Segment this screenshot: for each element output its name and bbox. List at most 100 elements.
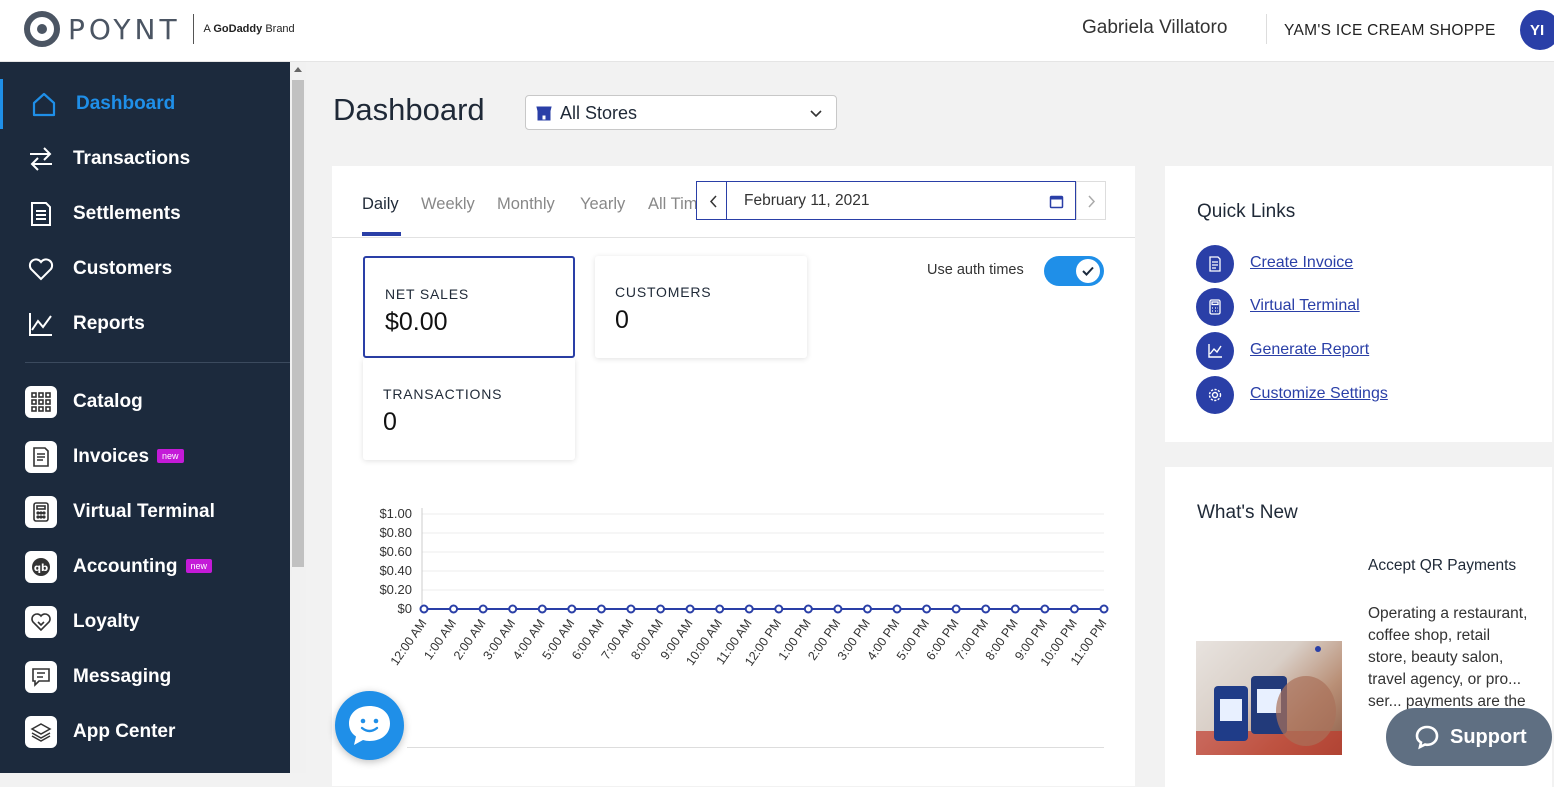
data-point[interactable] <box>744 604 754 614</box>
sales-chart: $0$0.20$0.40$0.60$0.80$1.0012:00 AM1:00 … <box>379 506 1109 669</box>
home-icon <box>30 90 58 118</box>
calculator-icon <box>25 496 57 528</box>
tab-weekly[interactable]: Weekly <box>421 195 475 214</box>
data-point[interactable] <box>596 604 606 614</box>
layers-icon <box>25 716 57 748</box>
sidebar-item-accounting[interactable]: qb Accounting new <box>0 542 290 592</box>
metric-label: CUSTOMERS <box>615 284 712 300</box>
y-tick-label: $0.40 <box>379 563 412 578</box>
data-point[interactable] <box>1099 604 1109 614</box>
chevron-left-icon <box>709 195 717 208</box>
auth-times-label: Use auth times <box>927 262 1024 278</box>
user-name[interactable]: Gabriela Villatoro <box>1082 17 1227 39</box>
sidebar-item-label: Loyalty <box>73 611 140 632</box>
metric-net-sales[interactable]: NET SALES $0.00 <box>363 256 575 358</box>
data-point[interactable] <box>862 604 872 614</box>
data-point[interactable] <box>1010 604 1020 614</box>
x-tick-label: 12:00 AM <box>388 617 430 668</box>
period-tabs: Daily Weekly Monthly Yearly All Time Feb… <box>332 166 1135 238</box>
data-point[interactable] <box>685 604 695 614</box>
logo-divider <box>192 14 194 44</box>
new-badge: new <box>157 449 184 463</box>
date-next-button[interactable] <box>1076 181 1106 220</box>
auth-times-toggle[interactable] <box>1044 256 1104 286</box>
calendar-icon[interactable] <box>1049 194 1064 209</box>
poynt-logo[interactable]: POYNT A GoDaddy Brand <box>24 10 295 48</box>
sidebar-item-virtual-terminal[interactable]: Virtual Terminal <box>0 487 290 537</box>
merchant-name[interactable]: YAM'S ICE CREAM SHOPPE <box>1284 22 1496 40</box>
news-item-title[interactable]: Accept QR Payments <box>1368 555 1518 577</box>
y-tick-label: $0.80 <box>379 525 412 540</box>
date-prev-button[interactable] <box>696 181 727 220</box>
brand-suffix: Brand <box>265 23 295 35</box>
y-tick-label: $0.60 <box>379 544 412 559</box>
chevron-right-icon <box>1088 195 1096 208</box>
sidebar-item-catalog[interactable]: Catalog <box>0 377 290 427</box>
sidebar-item-loyalty[interactable]: Loyalty <box>0 597 290 647</box>
store-select[interactable]: All Stores <box>525 95 837 130</box>
qr-payments-image[interactable] <box>1196 641 1342 755</box>
sidebar-item-label: Transactions <box>73 148 191 169</box>
data-point[interactable] <box>567 604 577 614</box>
sidebar-item-dashboard[interactable]: Dashboard <box>0 79 290 129</box>
data-point[interactable] <box>951 604 961 614</box>
data-point[interactable] <box>419 604 429 614</box>
tab-daily[interactable]: Daily <box>362 195 399 214</box>
support-button[interactable]: Support <box>1386 708 1552 766</box>
sidebar-item-invoices[interactable]: Invoices new <box>0 432 290 482</box>
data-point[interactable] <box>922 604 932 614</box>
chat-icon <box>1415 725 1439 750</box>
sidebar-item-settlements[interactable]: Settlements <box>0 189 290 239</box>
sidebar-item-transactions[interactable]: Transactions <box>0 134 290 184</box>
chat-bot-button[interactable] <box>335 691 404 760</box>
date-picker[interactable]: February 11, 2021 <box>726 181 1076 220</box>
sidebar-item-label: Messaging <box>73 666 172 687</box>
data-point[interactable] <box>715 604 725 614</box>
data-point[interactable] <box>449 604 459 614</box>
quickbooks-icon: qb <box>25 551 57 583</box>
sidebar-item-app-center[interactable]: App Center <box>0 707 290 757</box>
news-item-body: Operating a restaurant, coffee shop, ret… <box>1368 605 1528 710</box>
data-point[interactable] <box>1069 604 1079 614</box>
data-point[interactable] <box>833 604 843 614</box>
date-picker-value: February 11, 2021 <box>744 192 870 209</box>
support-label: Support <box>1450 725 1527 748</box>
quick-link-label[interactable]: Virtual Terminal <box>1250 297 1360 315</box>
tab-yearly[interactable]: Yearly <box>580 195 625 214</box>
new-badge: new <box>185 559 213 573</box>
chart-icon <box>1196 332 1234 370</box>
quick-link-label[interactable]: Generate Report <box>1250 341 1369 359</box>
sidebar-scrollbar-thumb[interactable] <box>292 80 304 567</box>
data-point[interactable] <box>537 604 547 614</box>
toggle-knob <box>1076 259 1100 283</box>
data-point[interactable] <box>1040 604 1050 614</box>
page-title: Dashboard <box>333 92 485 127</box>
data-point[interactable] <box>656 604 666 614</box>
tab-monthly[interactable]: Monthly <box>497 195 555 214</box>
data-point[interactable] <box>981 604 991 614</box>
scroll-up-arrow-icon[interactable] <box>294 67 302 72</box>
quick-link-label[interactable]: Customize Settings <box>1250 385 1388 403</box>
header-divider <box>1266 14 1267 44</box>
sidebar-item-messaging[interactable]: Messaging <box>0 652 290 702</box>
data-point[interactable] <box>626 604 636 614</box>
quick-link-label[interactable]: Create Invoice <box>1250 254 1353 272</box>
receipt-icon <box>27 200 55 228</box>
sidebar-item-customers[interactable]: Customers <box>0 244 290 294</box>
sidebar-item-label: Reports <box>73 313 145 334</box>
data-point[interactable] <box>774 604 784 614</box>
data-point[interactable] <box>892 604 902 614</box>
quick-links-title: Quick Links <box>1197 201 1296 222</box>
metric-customers[interactable]: CUSTOMERS 0 <box>595 256 807 358</box>
brand-name: GoDaddy <box>213 23 263 35</box>
svg-text:qb: qb <box>34 563 48 574</box>
metric-transactions[interactable]: TRANSACTIONS 0 <box>363 358 575 460</box>
whats-new-title: What's New <box>1197 502 1298 523</box>
data-point[interactable] <box>508 604 518 614</box>
avatar[interactable]: YI <box>1520 10 1554 50</box>
quick-links-card: Quick Links Create Invoice Virtual Termi… <box>1165 166 1552 442</box>
data-point[interactable] <box>478 604 488 614</box>
data-point[interactable] <box>803 604 813 614</box>
calculator-icon <box>1196 288 1234 326</box>
sidebar-item-reports[interactable]: Reports <box>0 299 290 349</box>
